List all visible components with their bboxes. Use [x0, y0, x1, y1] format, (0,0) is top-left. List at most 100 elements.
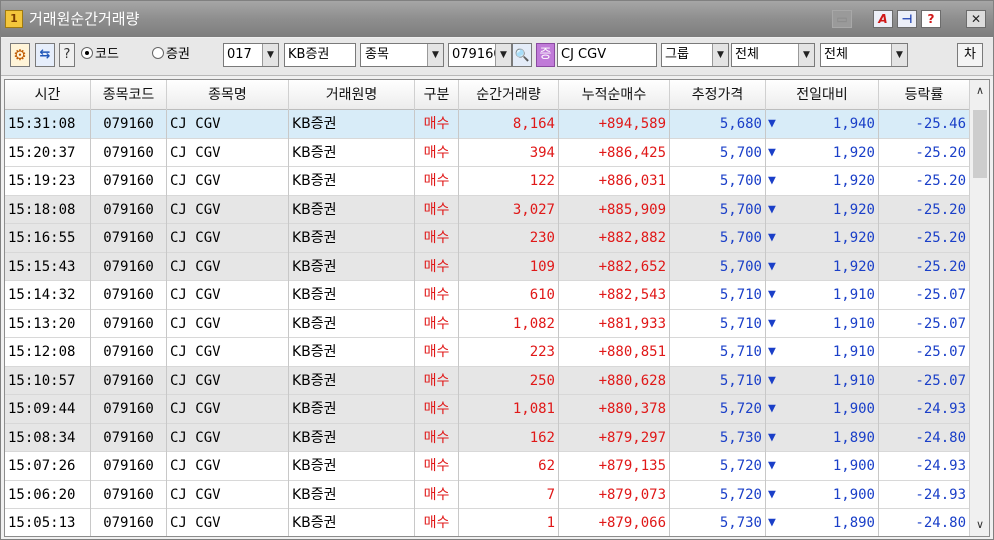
table-row[interactable]: 15:05:13 079160 CJ CGV KB증권 매수 1 +879,066 5,730… [5, 509, 969, 536]
table-row[interactable]: 15:09:44 079160 CJ CGV KB증권 매수 1,081 +880,378 5… [5, 395, 969, 424]
scroll-up-icon[interactable]: ∧ [970, 80, 989, 102]
search-icon[interactable]: 🔍 [512, 43, 532, 67]
cell-rate: -25.20 [915, 173, 966, 189]
table-row[interactable]: 15:15:43 079160 CJ CGV KB증권 매수 109 +882,652 5,7… [5, 252, 969, 281]
column-header-rate[interactable]: 등락률 [879, 80, 969, 110]
cell-name: CJ CGV [167, 110, 289, 139]
cell-volume: 1,082 [459, 309, 559, 338]
cell-volume: 62 [459, 452, 559, 481]
column-header-cumulative[interactable]: 누적순매수 [559, 80, 670, 110]
cell-type: 매수 [415, 338, 459, 367]
cell-broker: KB증권 [289, 423, 415, 452]
cell-rate: -25.07 [915, 344, 966, 360]
table-row[interactable]: 15:20:37 079160 CJ CGV KB증권 매수 394 +886,425 5,7… [5, 138, 969, 167]
cell-volume: 109 [459, 252, 559, 281]
table-row[interactable]: 15:16:55 079160 CJ CGV KB증권 매수 230 +882,882 5,7… [5, 224, 969, 253]
column-header-volume[interactable]: 순간거래량 [459, 80, 559, 110]
radio-security-dot[interactable] [152, 47, 164, 59]
cell-price: 5,700 [670, 252, 766, 281]
help-icon[interactable]: ? [921, 10, 941, 28]
minimize-icon[interactable]: ▭ [832, 10, 852, 28]
pin-icon[interactable]: ⊣ [897, 10, 917, 28]
cell-cumulative: +879,297 [559, 423, 670, 452]
column-header-broker[interactable]: 거래원명 [289, 80, 415, 110]
cell-type: 매수 [415, 395, 459, 424]
cell-change: 1,900 [788, 395, 879, 424]
cell-type: 매수 [415, 309, 459, 338]
cell-broker: KB증권 [289, 452, 415, 481]
cell-broker: KB증권 [289, 338, 415, 367]
chevron-down-icon[interactable]: ▼ [712, 44, 728, 66]
column-header-code[interactable]: 종목코드 [91, 80, 167, 110]
column-header-name[interactable]: 종목명 [167, 80, 289, 110]
toolbar-help-icon[interactable]: ? [59, 43, 75, 67]
table-row[interactable]: 15:18:08 079160 CJ CGV KB증권 매수 3,027 +885,909 5… [5, 195, 969, 224]
filter-select-1[interactable]: 전체 ▼ [731, 43, 815, 67]
table-row[interactable]: 15:13:20 079160 CJ CGV KB증권 매수 1,082 +881,933 5… [5, 309, 969, 338]
chevron-down-icon[interactable]: ▼ [427, 44, 443, 66]
radio-security[interactable]: 증권 [152, 43, 190, 67]
radio-code[interactable]: 코드 [81, 43, 119, 67]
cell-time: 15:13:20 [5, 309, 91, 338]
table-row[interactable]: 15:31:08 079160 CJ CGV KB증권 매수 8,164 +894,589 5… [5, 110, 969, 139]
table-row[interactable]: 15:10:57 079160 CJ CGV KB증권 매수 250 +880,628 5,7… [5, 366, 969, 395]
cell-volume: 223 [459, 338, 559, 367]
cell-code: 079160 [91, 224, 167, 253]
table-row[interactable]: 15:08:34 079160 CJ CGV KB증권 매수 162 +879,297 5,7… [5, 423, 969, 452]
cell-volume: 1,081 [459, 395, 559, 424]
item-type-value: 종목 [365, 47, 389, 62]
scroll-down-icon[interactable]: ∨ [970, 514, 989, 536]
table-row[interactable]: 15:19:23 079160 CJ CGV KB증권 매수 122 +886,031 5,7… [5, 167, 969, 196]
cell-price: 5,700 [670, 167, 766, 196]
item-type-select[interactable]: 종목 ▼ [360, 43, 444, 67]
cell-broker: KB증권 [289, 110, 415, 139]
swap-icon[interactable]: ⇆ [35, 43, 55, 67]
down-arrow-icon: ▼ [768, 230, 776, 245]
filter-select-2[interactable]: 전체 ▼ [820, 43, 908, 67]
chevron-down-icon[interactable]: ▼ [798, 44, 814, 66]
column-header-time[interactable]: 시간 [5, 80, 91, 110]
cell-price: 5,730 [670, 509, 766, 536]
cell-type: 매수 [415, 366, 459, 395]
cell-price: 5,730 [670, 423, 766, 452]
cell-time: 15:16:55 [5, 224, 91, 253]
chevron-down-icon[interactable]: ▼ [495, 44, 511, 66]
column-header-change[interactable]: 전일대비 [766, 80, 879, 110]
cell-name: CJ CGV [167, 224, 289, 253]
title-bar[interactable]: 1 거래원순간거래량 ▭ A ⊣ ? ✕ [1, 1, 993, 37]
security-badge[interactable]: 증 [536, 43, 555, 67]
cell-code: 079160 [91, 167, 167, 196]
broker-code-select[interactable]: 017 ▼ [223, 43, 279, 67]
next-button[interactable]: 차 [957, 43, 983, 67]
cell-volume: 230 [459, 224, 559, 253]
cell-broker: KB증권 [289, 509, 415, 536]
radio-code-dot[interactable] [81, 47, 93, 59]
cell-rate: -25.46 [915, 116, 966, 132]
settings-gear-icon[interactable]: ⚙ [10, 43, 30, 67]
cell-cumulative: +894,589 [559, 110, 670, 139]
cell-rate: -25.07 [915, 315, 966, 332]
table-row[interactable]: 15:06:20 079160 CJ CGV KB증권 매수 7 +879,073 5,720… [5, 480, 969, 509]
column-header-price[interactable]: 추정가격 [670, 80, 766, 110]
stock-code-select[interactable]: 079160 ▼ [448, 43, 512, 67]
down-arrow-icon: ▼ [768, 287, 776, 302]
close-icon[interactable]: ✕ [966, 10, 986, 28]
pdf-export-icon[interactable]: A [873, 10, 893, 28]
column-header-type[interactable]: 구분 [415, 80, 459, 110]
cell-change: 1,900 [788, 452, 879, 481]
cell-rate: -25.07 [915, 287, 966, 303]
vertical-scrollbar[interactable]: ∧ ∨ [969, 80, 989, 536]
cell-broker: KB증권 [289, 167, 415, 196]
table-row[interactable]: 15:12:08 079160 CJ CGV KB증권 매수 223 +880,851 5,7… [5, 338, 969, 367]
scroll-thumb[interactable] [973, 110, 987, 178]
cell-volume: 610 [459, 281, 559, 310]
group-select[interactable]: 그룹 ▼ [661, 43, 729, 67]
cell-cumulative: +880,851 [559, 338, 670, 367]
down-arrow-icon: ▼ [768, 372, 776, 388]
table-row[interactable]: 15:07:26 079160 CJ CGV KB증권 매수 62 +879,135 5,72… [5, 452, 969, 481]
chevron-down-icon[interactable]: ▼ [891, 44, 907, 66]
table-row[interactable]: 15:14:32 079160 CJ CGV KB증권 매수 610 +882,543 5,7… [5, 281, 969, 310]
cell-rate: -25.20 [915, 144, 966, 161]
chevron-down-icon[interactable]: ▼ [262, 44, 278, 66]
cell-code: 079160 [91, 366, 167, 395]
